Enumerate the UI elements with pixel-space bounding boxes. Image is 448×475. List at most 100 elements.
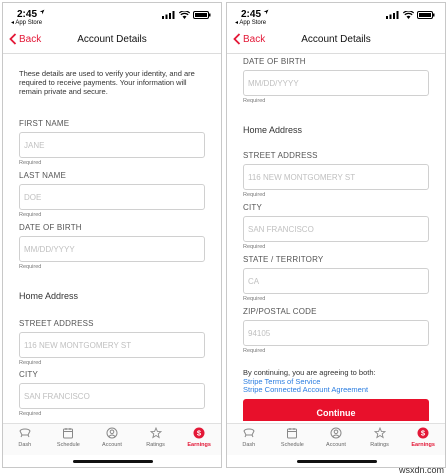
agreement-block: By continuing, you are agreeing to both:…	[243, 368, 429, 395]
tab-earnings[interactable]: $ Earnings	[401, 424, 445, 455]
dob-input[interactable]	[244, 71, 428, 95]
dob-group: DATE OF BIRTH Required	[19, 223, 205, 270]
tab-earnings[interactable]: $ Earnings	[177, 424, 221, 455]
dob-label: DATE OF BIRTH	[19, 223, 82, 232]
tab-schedule-label: Schedule	[280, 442, 304, 448]
last-name-hint: Required	[19, 212, 42, 218]
dob-hint: Required	[19, 264, 42, 270]
signal-icon	[386, 11, 399, 19]
battery-icon	[193, 11, 211, 19]
first-name-hint: Required	[19, 160, 42, 166]
dob-group: DATE OF BIRTH Required	[243, 57, 429, 104]
tab-schedule-label: Schedule	[56, 442, 80, 448]
tab-earnings-label: Earnings	[187, 442, 211, 448]
continue-button[interactable]: Continue	[243, 399, 429, 421]
dob-input[interactable]	[20, 237, 204, 261]
dollar-icon: $	[417, 427, 429, 439]
wifi-icon	[179, 11, 190, 19]
tab-account-label: Account	[326, 442, 346, 448]
status-bar: 2:45 ◂ App Store	[3, 3, 221, 27]
home-indicator[interactable]	[73, 460, 153, 463]
state-label: STATE / TERRITORY	[243, 255, 324, 264]
form-content: DATE OF BIRTH Required Home Address STRE…	[227, 55, 445, 421]
city-label: CITY	[243, 203, 263, 212]
zip-hint: Required	[243, 348, 266, 354]
home-address-heading: Home Address	[243, 125, 303, 135]
tab-dash[interactable]: Dash	[227, 424, 271, 455]
calendar-icon	[287, 428, 298, 439]
nav-divider	[227, 53, 445, 54]
home-indicator[interactable]	[297, 460, 377, 463]
location-arrow-icon	[39, 9, 45, 15]
wifi-icon	[403, 11, 414, 19]
status-bar: 2:45 ◂ App Store	[227, 3, 445, 27]
first-name-group: FIRST NAME Required	[19, 119, 205, 166]
tab-ratings[interactable]: Ratings	[134, 424, 178, 455]
tab-ratings-label: Ratings	[370, 442, 389, 448]
nav-divider	[3, 53, 221, 54]
tab-earnings-label: Earnings	[411, 442, 435, 448]
account-icon	[330, 427, 342, 439]
state-input[interactable]	[244, 269, 428, 293]
tab-ratings-label: Ratings	[146, 442, 165, 448]
state-group: STATE / TERRITORY Required	[243, 255, 429, 302]
street-group: STREET ADDRESS Required	[19, 319, 205, 366]
intro-text: These details are used to verify your id…	[19, 69, 195, 96]
phone-screen-right: 2:45 ◂ App Store Back Account Details DA…	[226, 2, 446, 468]
city-input[interactable]	[244, 217, 428, 241]
city-hint: Required	[19, 411, 42, 417]
first-name-label: FIRST NAME	[19, 119, 70, 128]
calendar-icon	[63, 428, 74, 439]
zip-label: ZIP/POSTAL CODE	[243, 307, 317, 316]
street-hint: Required	[19, 360, 42, 366]
tab-schedule[interactable]: Schedule	[47, 424, 91, 455]
tab-account[interactable]: Account	[314, 424, 358, 455]
back-to-app-store-link[interactable]: ◂ App Store	[11, 19, 42, 26]
dash-icon	[19, 428, 31, 438]
tab-schedule[interactable]: Schedule	[271, 424, 315, 455]
dollar-icon: $	[193, 427, 205, 439]
street-input[interactable]	[20, 333, 204, 357]
tab-account[interactable]: Account	[90, 424, 134, 455]
tab-bar: Dash Schedule Account Ratings $ Earnings	[227, 423, 445, 455]
star-icon	[373, 427, 386, 439]
stripe-connected-agreement-link[interactable]: Stripe Connected Account Agreement	[243, 385, 429, 395]
zip-group: ZIP/POSTAL CODE Required	[243, 307, 429, 354]
tab-dash[interactable]: Dash	[3, 424, 47, 455]
form-content: These details are used to verify your id…	[3, 55, 221, 421]
state-hint: Required	[243, 296, 266, 302]
city-input[interactable]	[20, 384, 204, 408]
page-title: Account Details	[77, 34, 147, 45]
page-title: Account Details	[301, 34, 371, 45]
back-to-app-store-link[interactable]: ◂ App Store	[235, 19, 266, 26]
star-icon	[149, 427, 162, 439]
last-name-input[interactable]	[20, 185, 204, 209]
phone-screen-left: 2:45 ◂ App Store Back Account Details Th…	[2, 2, 222, 468]
tab-dash-label: Dash	[242, 442, 256, 448]
home-address-heading: Home Address	[19, 291, 79, 301]
street-hint: Required	[243, 192, 266, 198]
tab-bar: Dash Schedule Account Ratings $ Earnings	[3, 423, 221, 455]
street-label: STREET ADDRESS	[19, 319, 94, 328]
last-name-group: LAST NAME Required	[19, 171, 205, 218]
signal-icon	[162, 11, 175, 19]
dash-icon	[243, 428, 255, 438]
tab-account-label: Account	[102, 442, 122, 448]
battery-icon	[417, 11, 435, 19]
street-group: STREET ADDRESS Required	[243, 151, 429, 198]
city-hint: Required	[243, 244, 266, 250]
first-name-input[interactable]	[20, 133, 204, 157]
city-label: CITY	[19, 370, 39, 379]
dob-label: DATE OF BIRTH	[243, 57, 306, 66]
street-input[interactable]	[244, 165, 428, 189]
navigation-bar: Back Account Details	[3, 29, 221, 51]
zip-input[interactable]	[244, 321, 428, 345]
location-arrow-icon	[263, 9, 269, 15]
last-name-label: LAST NAME	[19, 171, 66, 180]
dob-hint: Required	[243, 98, 266, 104]
city-group: CITY Required	[243, 203, 429, 250]
watermark: wsxdn.com	[398, 465, 444, 475]
tab-ratings[interactable]: Ratings	[358, 424, 402, 455]
navigation-bar: Back Account Details	[227, 29, 445, 51]
tab-dash-label: Dash	[18, 442, 32, 448]
